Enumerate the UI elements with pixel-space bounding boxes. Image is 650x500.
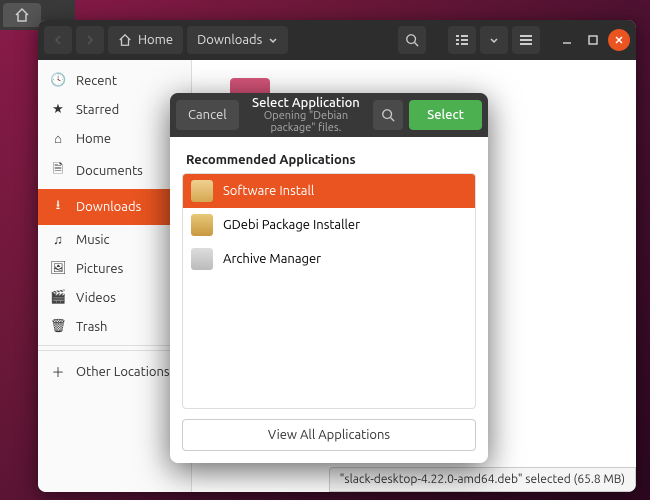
sidebar-icon: 🗑 [50,319,66,334]
dialog-title: Select Application [245,96,367,110]
select-application-dialog: Cancel Select Application Opening "Debia… [170,93,488,463]
app-item-software-install[interactable]: Software Install [183,174,475,208]
sidebar-icon: ⭳ [50,196,66,218]
sidebar-item-label: Starred [76,103,119,117]
sidebar-item-label: Pictures [76,262,123,276]
sidebar-icon: ★ [50,102,66,117]
breadcrumb-downloads-label: Downloads [197,33,262,47]
forward-button[interactable] [76,26,104,54]
view-dropdown-button[interactable] [480,26,508,54]
search-button[interactable] [398,26,426,54]
sidebar-item-label: Recent [76,74,117,88]
sidebar-item-label: Downloads [76,200,141,214]
app-item-label: GDebi Package Installer [223,218,360,232]
archive-icon [191,248,213,270]
breadcrumb-home-label: Home [138,33,173,47]
gdebi-icon [191,214,213,236]
sidebar-item-downloads[interactable]: ⭳ Downloads [38,189,191,225]
chevron-down-icon [268,35,278,45]
recommended-section-header: Recommended Applications [182,147,476,173]
breadcrumb-home[interactable]: Home [108,26,183,54]
close-icon [614,35,624,45]
search-icon [381,108,395,122]
sidebar-item-other-locations[interactable]: ＋ Other Locations [38,355,191,388]
app-item-label: Archive Manager [223,252,321,266]
sidebar-item-label: Videos [76,291,116,305]
sidebar-item-trash[interactable]: 🗑 Trash [38,312,191,341]
app-item-archive-manager[interactable]: Archive Manager [183,242,475,276]
sidebar-item-recent[interactable]: 🕓 Recent [38,66,191,95]
application-list: Software Install GDebi Package Installer A… [182,173,476,409]
sidebar-item-starred[interactable]: ★ Starred [38,95,191,124]
cancel-button[interactable]: Cancel [176,100,239,130]
back-button[interactable] [44,26,72,54]
status-bar: "slack-desktop-4.22.0-amd64.deb" selecte… [329,467,636,492]
sidebar-icon: 🕓 [50,73,66,88]
titlebar: Home Downloads [38,20,636,60]
chevron-down-icon [489,35,499,45]
sidebar-icon: ＋ [50,362,66,381]
sidebar-item-home[interactable]: ⌂ Home [38,124,191,153]
install-icon [191,180,213,202]
dialog-search-button[interactable] [373,100,403,130]
app-item-label: Software Install [223,184,314,198]
maximize-button[interactable] [582,29,604,51]
status-text: "slack-desktop-4.22.0-amd64.deb" selecte… [340,473,625,486]
dialog-subtitle: Opening "Debian package" files. [245,110,367,134]
app-item-gdebi-package-installer[interactable]: GDebi Package Installer [183,208,475,242]
sidebar-icon: ⌂ [50,131,66,146]
select-button[interactable]: Select [409,100,482,130]
activities-home-icon[interactable] [3,3,41,27]
sidebar: 🕓 Recent ★ Starred ⌂ Home 🗎 Documents ⭳ Downloads… [38,60,192,492]
sidebar-item-label: Home [76,132,111,146]
sidebar-icon: 🎬 [50,290,66,305]
sidebar-item-videos[interactable]: 🎬 Videos [38,283,191,312]
dialog-header: Cancel Select Application Opening "Debia… [170,93,488,137]
sidebar-item-label: Documents [76,164,143,178]
sidebar-item-documents[interactable]: 🗎 Documents [38,153,191,189]
sidebar-item-label: Trash [76,320,107,334]
search-icon [405,33,419,47]
hamburger-menu-button[interactable] [512,26,540,54]
sidebar-item-music[interactable]: ♫ Music [38,225,191,254]
sidebar-icon: 🖼 [50,261,66,276]
hamburger-icon [520,34,532,46]
view-list-button[interactable] [448,26,476,54]
breadcrumb-downloads[interactable]: Downloads [187,26,288,54]
sidebar-icon: ♫ [50,232,66,247]
minimize-button[interactable] [556,29,578,51]
view-all-applications-button[interactable]: View All Applications [182,419,476,451]
close-button[interactable] [608,29,630,51]
sidebar-item-pictures[interactable]: 🖼 Pictures [38,254,191,283]
sidebar-item-label: Other Locations [76,365,170,379]
sidebar-item-label: Music [76,233,110,247]
sidebar-icon: 🗎 [50,160,66,182]
